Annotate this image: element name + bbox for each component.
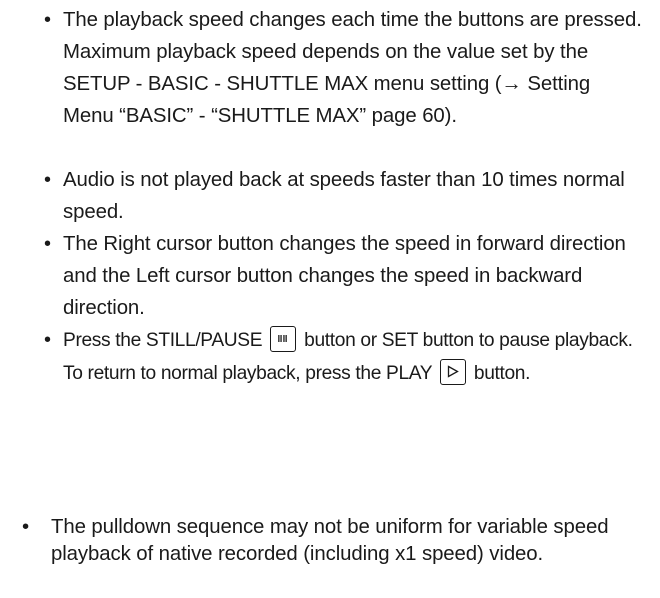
sub-bullet-item: • Press the STILL/PAUSE button or SET bu… — [44, 324, 644, 390]
bullet-dot: • — [44, 9, 51, 31]
sub-bullet-text: The playback speed changes each time the… — [63, 9, 642, 127]
sub-bullet-item: • Audio is not played back at speeds fas… — [44, 164, 644, 228]
sub-bullet-text: Audio is not played back at speeds faste… — [63, 169, 625, 223]
sub-bullet-text: Press the STILL/PAUSE — [63, 330, 263, 351]
sub-bullet-text: The Right cursor button changes the spee… — [63, 233, 626, 319]
main-bullet-list: • The pulldown sequence may not be unifo… — [19, 514, 649, 568]
manual-page: • The playback speed changes each time t… — [0, 0, 660, 598]
sub-bullet-item: • The playback speed changes each time t… — [44, 4, 644, 164]
bullet-dot: • — [44, 169, 51, 191]
play-button-icon — [439, 358, 466, 385]
sub-bullet-item: • The Right cursor button changes the sp… — [44, 228, 644, 324]
pause-button-icon — [270, 325, 297, 352]
bullet-dot: • — [22, 516, 30, 538]
sub-bullet-list: • The playback speed changes each time t… — [44, 4, 644, 390]
main-bullet-item: • The pulldown sequence may not be unifo… — [19, 514, 649, 568]
bullet-dot: • — [44, 329, 51, 351]
sub-bullet-text: button. — [473, 363, 531, 384]
bullet-dot: • — [44, 233, 51, 255]
main-bullet-text: The pulldown sequence may not be uniform… — [51, 516, 609, 565]
